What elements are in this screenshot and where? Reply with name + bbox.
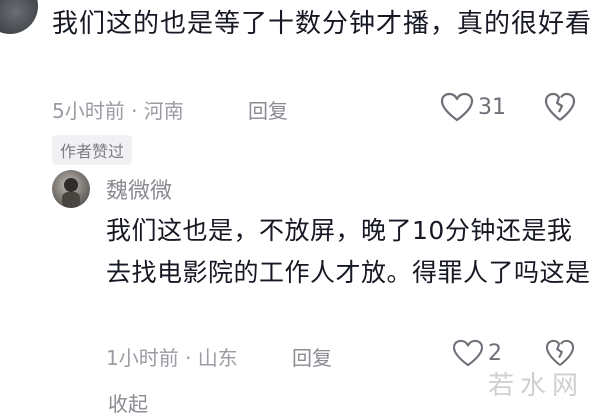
reply-time-location: 1小时前 · 山东 [106,346,238,370]
reply-username[interactable]: 魏微微 [106,173,172,205]
heart-outline-icon[interactable] [440,92,474,122]
author-liked-badge: 作者赞过 [52,135,133,165]
watermark-text: 若水网 [488,371,585,401]
comment-time-location: 5小时前 · 河南 [52,99,184,123]
reply-text: 我们这也是，不放屏，晚了10分钟还是我去找电影院的工作人才放。得罪人了吗这是 [106,216,591,287]
broken-heart-icon[interactable] [544,92,576,122]
collapse-replies-button[interactable]: 收起 [108,388,148,417]
heart-outline-icon[interactable] [452,339,484,367]
broken-heart-icon[interactable] [544,339,576,367]
avatar-photo-icon [62,178,80,208]
comment-reply-button[interactable]: 回复 [248,95,288,124]
commenter-avatar[interactable] [0,0,38,34]
comment-text: 我们这的也是等了十数分钟才播，真的很好看 [52,9,593,39]
reply-reply-button[interactable]: 回复 [292,342,332,371]
reply-like-count: 2 [488,341,502,366]
comment-like-count: 31 [478,95,506,120]
reply-user-avatar[interactable] [52,170,90,208]
